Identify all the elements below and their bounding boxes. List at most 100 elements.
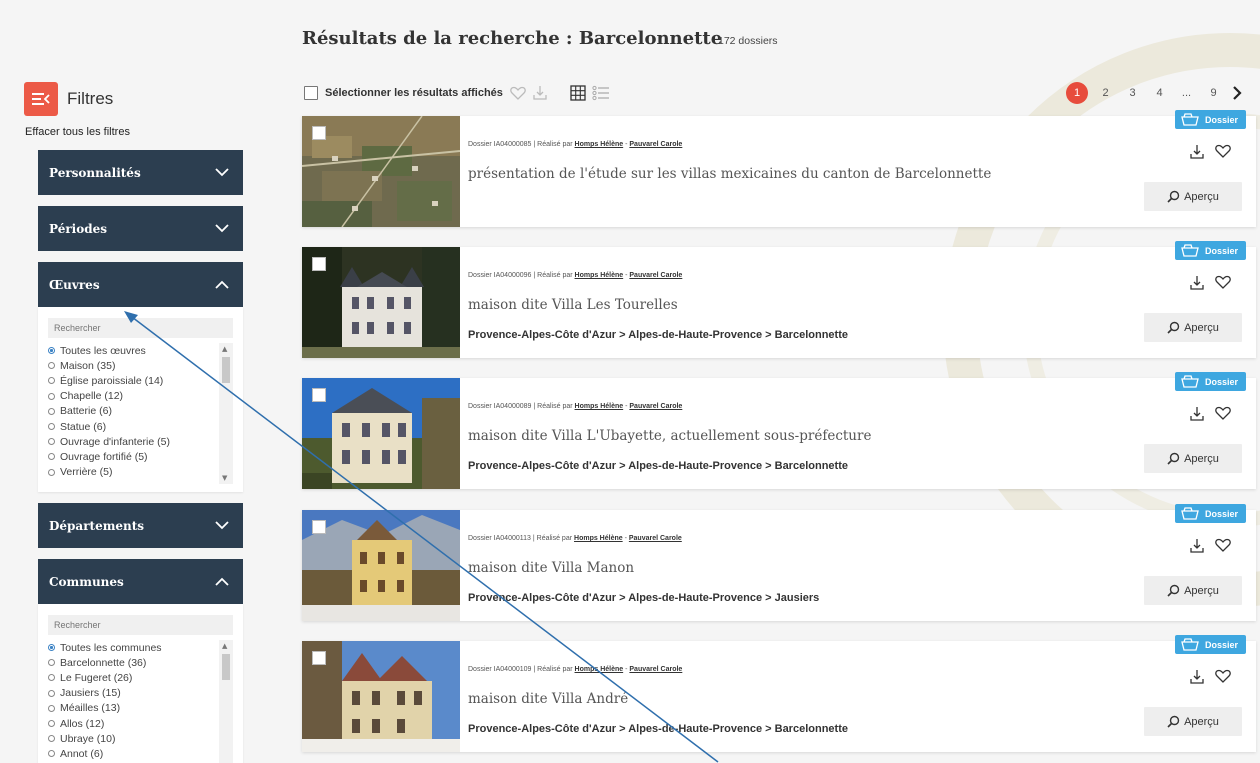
oeuvres-option[interactable]: Maison (35) (48, 358, 217, 373)
scroll-up-icon[interactable]: ▲ (222, 642, 227, 650)
communes-option[interactable]: Allos (12) (48, 716, 217, 731)
result-checkbox[interactable] (312, 388, 326, 402)
chevron-right-icon[interactable] (1231, 85, 1243, 101)
scroll-up-icon[interactable]: ▲ (222, 345, 227, 353)
result-card[interactable]: Dossier IA04000096 | Réalisé par Homps H… (302, 241, 1256, 358)
result-card[interactable]: Dossier IA04000089 | Réalisé par Homps H… (302, 372, 1256, 489)
oeuvres-option[interactable]: Ouvrage d'infanterie (5) (48, 434, 217, 449)
communes-scrollbar[interactable]: ▲ (219, 640, 233, 763)
scrollbar-thumb[interactable] (222, 357, 230, 383)
oeuvres-option[interactable]: Toutes les œuvres (48, 343, 217, 358)
search-icon (1167, 190, 1180, 203)
author-link[interactable]: Homps Hélène (575, 272, 624, 279)
heart-icon[interactable] (1215, 144, 1231, 158)
badge-label: Dossier (1204, 639, 1238, 650)
result-title[interactable]: maison dite Villa L'Ubayette, actuelleme… (468, 428, 871, 444)
result-title[interactable]: maison dite Villa Les Tourelles (468, 297, 678, 313)
preview-label: Aperçu (1184, 452, 1219, 465)
scrollbar-thumb[interactable] (222, 654, 230, 680)
author-link[interactable]: Homps Hélène (575, 666, 624, 673)
oeuvres-option[interactable]: Statue (6) (48, 419, 217, 434)
oeuvres-option[interactable]: Église paroissiale (14) (48, 373, 217, 388)
result-thumbnail[interactable] (302, 641, 460, 752)
scroll-down-icon[interactable]: ▼ (222, 474, 227, 482)
page-link[interactable]: 3 (1119, 87, 1146, 99)
communes-search-input[interactable] (48, 615, 233, 635)
heart-icon[interactable] (1215, 406, 1231, 420)
result-thumbnail[interactable] (302, 247, 460, 358)
page-current[interactable]: 1 (1066, 82, 1088, 104)
search-icon (1167, 584, 1180, 597)
author-link[interactable]: Pauvarel Carole (629, 403, 682, 410)
author-link[interactable]: Pauvarel Carole (629, 141, 682, 148)
preview-button[interactable]: Aperçu (1144, 182, 1242, 211)
preview-button[interactable]: Aperçu (1144, 707, 1242, 736)
toggle-filters-button[interactable] (24, 82, 58, 116)
oeuvres-scrollbar[interactable]: ▲ ▼ (219, 343, 233, 484)
download-icon[interactable] (532, 85, 548, 101)
oeuvres-option[interactable]: Batterie (6) (48, 404, 217, 419)
communes-option[interactable]: Jausiers (15) (48, 686, 217, 701)
page-link[interactable]: 4 (1146, 87, 1173, 99)
heart-icon[interactable] (510, 86, 526, 100)
result-title[interactable]: maison dite Villa Manon (468, 560, 634, 576)
author-link[interactable]: Pauvarel Carole (629, 535, 682, 542)
heart-icon[interactable] (1215, 669, 1231, 683)
communes-option[interactable]: Méailles (13) (48, 701, 217, 716)
facet-periodes-header[interactable]: Périodes (38, 206, 243, 251)
result-title[interactable]: maison dite Villa André (468, 691, 628, 707)
page-link[interactable]: 2 (1092, 87, 1119, 99)
communes-option[interactable]: Le Fugeret (26) (48, 670, 217, 685)
result-checkbox[interactable] (312, 126, 326, 140)
download-icon[interactable] (1189, 406, 1205, 422)
result-thumbnail[interactable] (302, 116, 460, 227)
facet-departements-header[interactable]: Départements (38, 503, 243, 548)
result-checkbox[interactable] (312, 257, 326, 271)
result-card[interactable]: Dossier IA04000109 | Réalisé par Homps H… (302, 635, 1256, 752)
select-all-checkbox[interactable] (304, 86, 318, 100)
select-all-label: Sélectionner les résultats affichés (325, 87, 503, 99)
preview-button[interactable]: Aperçu (1144, 576, 1242, 605)
facet-personnalites-header[interactable]: Personnalités (38, 150, 243, 195)
author-link[interactable]: Homps Hélène (575, 141, 624, 148)
communes-option[interactable]: Annot (6) (48, 746, 217, 761)
facet-oeuvres-header[interactable]: Œuvres (38, 262, 243, 307)
option-label: Batterie (6) (60, 405, 112, 418)
download-icon[interactable] (1189, 275, 1205, 291)
clear-all-filters-link[interactable]: Effacer tous les filtres (25, 126, 244, 138)
page-link-last[interactable]: 9 (1200, 87, 1227, 99)
download-icon[interactable] (1189, 669, 1205, 685)
heart-icon[interactable] (1215, 275, 1231, 289)
oeuvres-option[interactable]: Verrière (5) (48, 465, 217, 480)
preview-button[interactable]: Aperçu (1144, 444, 1242, 473)
author-link[interactable]: Homps Hélène (575, 403, 624, 410)
result-card[interactable]: Dossier IA04000113 | Réalisé par Homps H… (302, 504, 1256, 621)
preview-label: Aperçu (1184, 190, 1219, 203)
facet-label: Personnalités (49, 165, 141, 180)
oeuvres-option[interactable]: Ouvrage fortifié (5) (48, 449, 217, 464)
result-thumbnail[interactable] (302, 378, 460, 489)
result-meta: Dossier IA04000109 | Réalisé par Homps H… (468, 666, 683, 673)
communes-option[interactable]: Ubraye (10) (48, 731, 217, 746)
author-link[interactable]: Homps Hélène (574, 535, 623, 542)
oeuvres-search-input[interactable] (48, 318, 233, 338)
result-title[interactable]: présentation de l'étude sur les villas m… (468, 166, 991, 182)
heart-icon[interactable] (1215, 538, 1231, 552)
author-link[interactable]: Pauvarel Carole (629, 272, 682, 279)
communes-option[interactable]: Toutes les communes (48, 640, 217, 655)
result-checkbox[interactable] (312, 651, 326, 665)
communes-option[interactable]: Barcelonnette (36) (48, 655, 217, 670)
list-view-icon[interactable] (592, 85, 610, 101)
download-icon[interactable] (1189, 538, 1205, 554)
facet-communes-header[interactable]: Communes (38, 559, 243, 604)
result-thumbnail[interactable] (302, 510, 460, 621)
download-icon[interactable] (1189, 144, 1205, 160)
grid-view-icon[interactable] (570, 85, 586, 101)
oeuvres-option[interactable]: Chapelle (12) (48, 389, 217, 404)
result-card[interactable]: Dossier IA04000085 | Réalisé par Homps H… (302, 110, 1256, 227)
author-link[interactable]: Pauvarel Carole (629, 666, 682, 673)
result-checkbox[interactable] (312, 520, 326, 534)
radio-icon (48, 689, 55, 697)
radio-selected-icon (48, 644, 55, 652)
preview-button[interactable]: Aperçu (1144, 313, 1242, 342)
